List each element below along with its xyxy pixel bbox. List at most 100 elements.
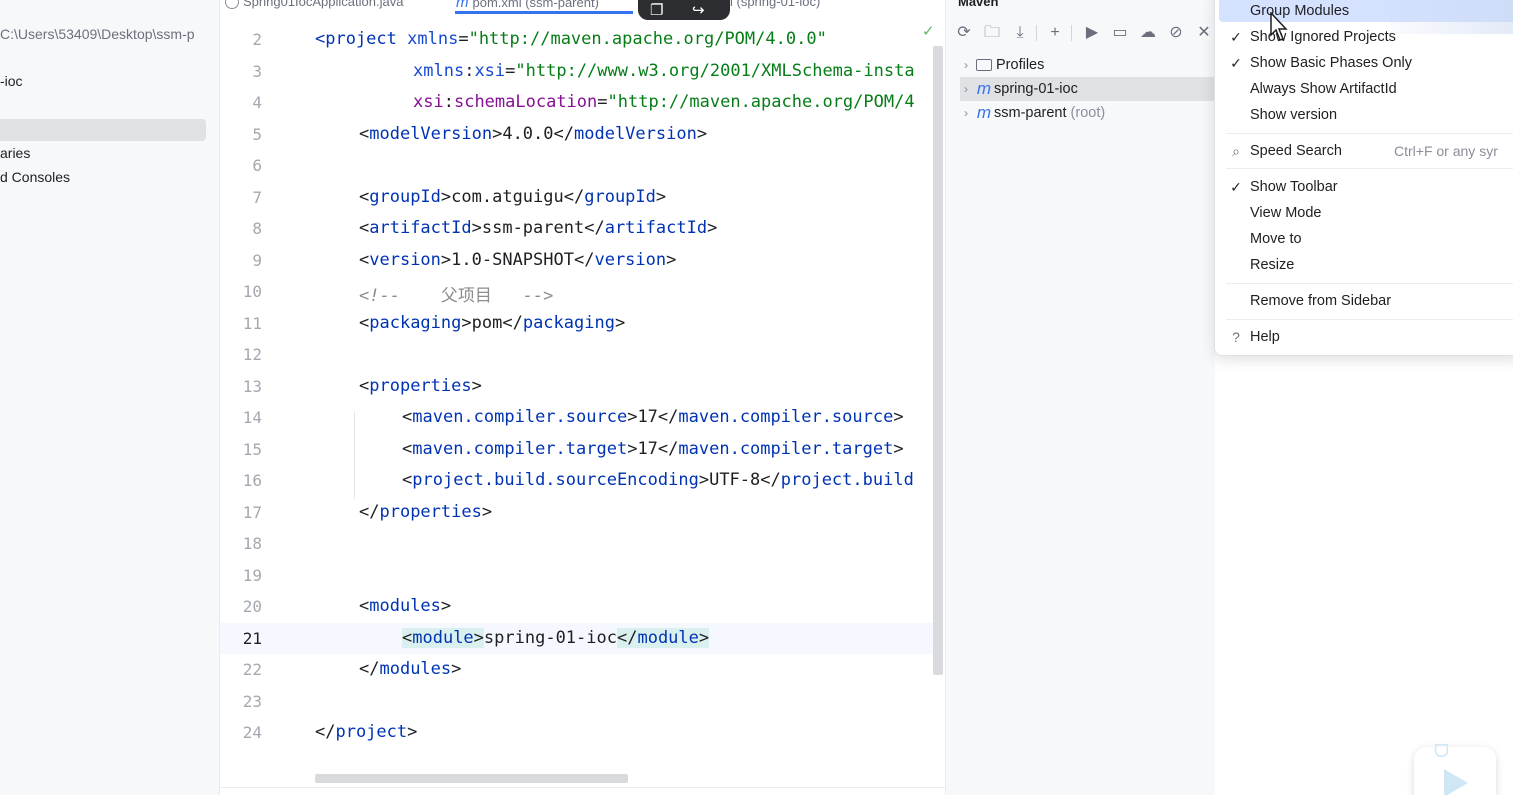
menu-separator xyxy=(1226,283,1513,284)
project-tree-item[interactable]: aries xyxy=(0,145,30,161)
share-icon[interactable]: ↪ xyxy=(692,1,705,19)
line-number: 16 xyxy=(242,471,262,490)
line-number: 22 xyxy=(242,660,262,679)
code-line[interactable]: <groupId>com.atguigu</groupId> xyxy=(359,187,666,207)
line-number: 14 xyxy=(242,408,262,427)
maven-icon: m xyxy=(976,79,992,98)
menu-item-show-basic-phases-only[interactable]: ✓ Show Basic Phases Only xyxy=(1222,50,1513,76)
menu-separator xyxy=(1226,133,1513,134)
chevron-right-icon[interactable]: › xyxy=(958,106,974,120)
code-line[interactable]: </properties> xyxy=(359,502,492,522)
maven-panel-title: Maven xyxy=(958,0,999,9)
project-tree-item[interactable]: -ioc xyxy=(0,73,23,89)
reload-icon[interactable]: ⟳ xyxy=(953,22,975,44)
line-number: 13 xyxy=(242,377,262,396)
code-line[interactable]: <version>1.0-SNAPSHOT</version> xyxy=(359,250,676,270)
root-tag: (root) xyxy=(1070,105,1106,121)
download-icon[interactable]: ⤓ xyxy=(1009,22,1031,44)
checkmark-icon: ✓ xyxy=(1230,54,1242,71)
badge-ears-icon: ᗜ xyxy=(1434,741,1449,761)
maven-tree-label: Profiles xyxy=(996,57,1045,73)
line-number: 19 xyxy=(242,566,262,585)
java-class-icon xyxy=(225,0,239,9)
code-line[interactable]: <project xmlns="http://maven.apache.org/… xyxy=(315,29,827,49)
menu-item-move-to[interactable]: Move to xyxy=(1222,226,1513,252)
line-number: 7 xyxy=(252,188,262,207)
maven-icon: m xyxy=(456,0,469,11)
editor-horizontal-scrollbar[interactable] xyxy=(315,774,628,783)
tab-spring01iocapplication[interactable]: Spring01IocApplication.java xyxy=(225,0,403,9)
menu-item-always-show-artifactid[interactable]: Always Show ArtifactId xyxy=(1222,76,1513,102)
editor-bottom-border xyxy=(220,787,945,795)
menu-item-resize[interactable]: Resize xyxy=(1222,252,1513,278)
line-number: 9 xyxy=(252,251,262,270)
line-number: 18 xyxy=(242,534,262,553)
picture-in-picture-icon[interactable]: ❐ xyxy=(650,1,663,19)
tab-label: Spring01IocApplication.java xyxy=(243,0,404,9)
code-line[interactable]: </project> xyxy=(315,722,417,742)
floating-video-badge[interactable]: ᗜ xyxy=(1414,741,1496,795)
line-number-current: 21 xyxy=(242,629,262,648)
menu-item-show-toolbar[interactable]: ✓ Show Toolbar xyxy=(1222,174,1513,200)
tab-label: pom.xml (ssm-parent) xyxy=(472,0,599,10)
code-line[interactable]: xmlns:xsi="http://www.w3.org/2001/XMLSch… xyxy=(413,61,915,81)
code-comment-line[interactable]: <!-- 父项目 --> xyxy=(359,281,553,306)
indent-guide xyxy=(354,411,355,499)
maven-tree-spring-01-ioc[interactable]: › m spring-01-ioc xyxy=(958,77,1078,101)
menu-separator xyxy=(1226,319,1513,320)
line-number: 2 xyxy=(252,30,262,49)
code-line[interactable]: <modelVersion>4.0.0</modelVersion> xyxy=(359,124,707,144)
chevron-right-icon[interactable]: › xyxy=(958,82,974,96)
code-line[interactable]: <packaging>pom</packaging> xyxy=(359,313,625,333)
play-icon xyxy=(1444,769,1468,795)
inspection-ok-icon[interactable]: ✓ xyxy=(922,22,935,40)
project-root-path: C:\Users\53409\Desktop\ssm-p xyxy=(0,26,195,42)
toolbar-separator xyxy=(1071,25,1072,41)
line-number: 10 xyxy=(242,282,262,301)
project-tree-selected-row[interactable] xyxy=(0,119,206,141)
editor-vertical-scrollbar[interactable] xyxy=(933,46,943,675)
menu-item-help[interactable]: ? Help xyxy=(1222,324,1513,350)
collapse-icon[interactable]: ✕ xyxy=(1193,22,1215,44)
menu-item-view-mode[interactable]: View Mode xyxy=(1222,200,1513,226)
run-icon[interactable]: ▶ xyxy=(1081,22,1103,44)
offline-icon[interactable]: ☁ xyxy=(1137,22,1159,44)
code-line[interactable]: <maven.compiler.target>17</maven.compile… xyxy=(402,439,904,459)
checkmark-icon: ✓ xyxy=(1230,28,1242,45)
code-line[interactable]: <maven.compiler.source>17</maven.compile… xyxy=(402,407,904,427)
code-line[interactable]: <project.build.sourceEncoding>UTF-8</pro… xyxy=(402,470,914,490)
line-number: 11 xyxy=(242,314,262,333)
project-tool-window: C:\Users\53409\Desktop\ssm-p -ioc aries … xyxy=(0,0,220,795)
tab-pom-ssm-parent[interactable]: m pom.xml (ssm-parent) xyxy=(456,0,599,11)
execute-goal-icon[interactable]: ▭ xyxy=(1109,22,1131,44)
menu-item-show-version[interactable]: Show version xyxy=(1222,102,1513,128)
skip-tests-icon[interactable]: ⊘ xyxy=(1165,22,1187,44)
code-line[interactable]: <artifactId>ssm-parent</artifactId> xyxy=(359,218,717,238)
checkmark-icon: ✓ xyxy=(1230,178,1242,195)
line-number: 15 xyxy=(242,440,262,459)
code-line[interactable]: <properties> xyxy=(359,376,482,396)
add-folder-icon[interactable]: 🗀 xyxy=(981,22,1003,44)
project-tree-item[interactable]: d Consoles xyxy=(0,169,70,185)
maven-tree-ssm-parent[interactable]: › m ssm-parent (root) xyxy=(958,101,1105,125)
menu-item-remove-from-sidebar[interactable]: Remove from Sidebar xyxy=(1222,288,1513,314)
tab-pom-spring-01-ioc[interactable]: l (spring-01-ioc) xyxy=(730,0,820,9)
line-number: 3 xyxy=(252,62,262,81)
video-overlay-controls[interactable]: ❐ ↪ xyxy=(638,0,730,20)
plus-icon[interactable]: + xyxy=(1044,22,1066,44)
maven-tree-profiles[interactable]: › Profiles xyxy=(958,53,1044,77)
line-number: 4 xyxy=(252,93,262,112)
menu-item-speed-search[interactable]: ⌕ Speed Search Ctrl+F or any syr xyxy=(1222,138,1513,164)
code-line-current[interactable]: <module>spring-01-ioc</module> xyxy=(402,628,710,648)
code-line[interactable]: xsi:schemaLocation="http://maven.apache.… xyxy=(413,92,915,112)
code-line[interactable]: <modules> xyxy=(359,596,451,616)
toolbar-separator xyxy=(1036,25,1037,41)
line-number: 8 xyxy=(252,219,262,238)
code-line[interactable]: </modules> xyxy=(359,659,461,679)
search-icon: ⌕ xyxy=(1232,142,1240,159)
maven-tree-label: spring-01-ioc xyxy=(994,81,1078,97)
line-number: 5 xyxy=(252,125,262,144)
chevron-right-icon[interactable]: › xyxy=(958,58,974,72)
maven-tree-label: ssm-parent xyxy=(994,105,1067,121)
menu-separator xyxy=(1226,168,1513,169)
